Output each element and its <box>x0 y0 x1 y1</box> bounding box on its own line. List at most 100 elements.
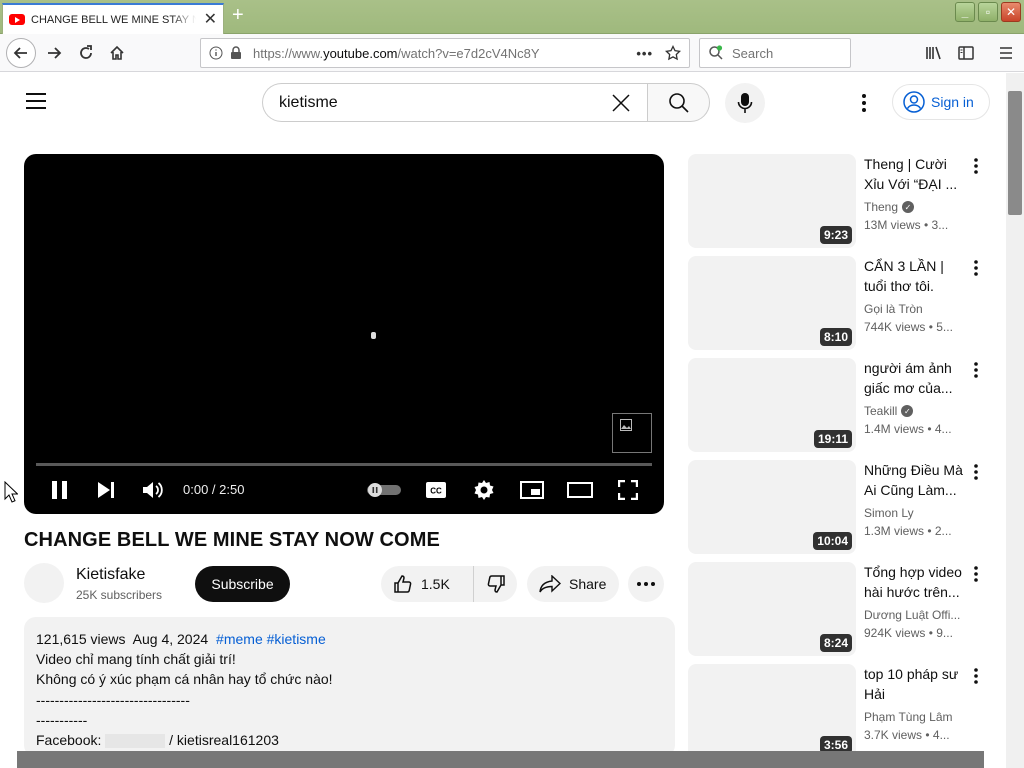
search-plus-icon <box>709 45 723 60</box>
theater-icon <box>567 482 593 498</box>
back-button[interactable] <box>6 38 36 68</box>
recommendation-title[interactable]: top 10 pháp sư Hải <box>864 664 964 704</box>
close-tab-icon[interactable]: ✕ <box>204 11 217 28</box>
horizontal-scrollbar[interactable] <box>17 751 984 768</box>
dislike-button[interactable] <box>474 566 517 602</box>
recommendation-item[interactable]: 8:10 CẨN 3 LẦN | tuổi thơ tôi. Gọi là Tr… <box>688 256 988 350</box>
youtube-search-button[interactable] <box>647 83 710 122</box>
recommendation-title[interactable]: người ám ảnh giấc mơ của... <box>864 358 964 398</box>
duration-badge: 8:10 <box>819 328 852 346</box>
blurred-link-prefix <box>105 734 166 749</box>
video-thumbnail[interactable]: 9:23 <box>688 154 856 248</box>
video-thumbnail[interactable]: 10:04 <box>688 460 856 554</box>
scrollbar-thumb[interactable] <box>1008 91 1022 215</box>
voice-search-button[interactable] <box>725 83 765 123</box>
video-description[interactable]: 121,615 views Aug 4, 2024 #meme #kietism… <box>24 617 675 757</box>
recommendation-menu-icon[interactable] <box>966 360 986 380</box>
recommendation-item[interactable]: 3:56 top 10 pháp sư Hải Phạm Tùng Lâm 3.… <box>688 664 988 758</box>
forward-button[interactable] <box>40 39 68 67</box>
search-query: kietisme <box>279 93 338 111</box>
browser-menu-button[interactable] <box>992 39 1020 67</box>
new-tab-icon[interactable]: + <box>232 5 244 25</box>
browser-search-bar[interactable]: Search <box>699 38 851 68</box>
clear-search-icon[interactable] <box>611 93 631 113</box>
recommendation-title[interactable]: Những Điều Mà Ai Cũng Làm... <box>864 460 964 500</box>
lock-icon[interactable] <box>229 46 243 60</box>
share-button[interactable]: Share <box>527 566 619 602</box>
maximize-window-icon[interactable]: ▫ <box>978 2 998 22</box>
search-icon <box>668 92 689 113</box>
like-dislike-bar: 1.5K <box>381 566 517 602</box>
address-bar[interactable]: https://www.youtube.com/watch?v=e7d2cV4N… <box>200 38 690 68</box>
channel-watermark[interactable] <box>612 413 652 453</box>
thumbs-down-icon <box>487 575 505 593</box>
browser-tab-active[interactable]: CHANGE BELL WE MINE STAY NOW COME ✕ <box>2 3 224 34</box>
autoplay-toggle[interactable] <box>367 478 401 502</box>
recommendation-menu-icon[interactable] <box>966 666 986 686</box>
library-button[interactable] <box>920 39 948 67</box>
duration-badge: 9:23 <box>819 226 852 244</box>
vertical-scrollbar[interactable] <box>1006 73 1024 768</box>
recommendation-views: 744K views • 5... <box>864 320 953 334</box>
home-button[interactable] <box>103 39 131 67</box>
next-video-button[interactable] <box>95 478 117 502</box>
recommendation-views: 1.4M views • 4... <box>864 422 952 436</box>
recommendation-title[interactable]: Tổng hợp video hài hước trên... <box>864 562 964 602</box>
recommendation-title[interactable]: CẨN 3 LẦN | tuổi thơ tôi. <box>864 256 964 296</box>
minimize-window-icon[interactable]: _ <box>955 2 975 22</box>
bookmark-star-icon[interactable] <box>665 45 681 61</box>
recommendation-title[interactable]: Theng | Cười Xỉu Với “ĐẠI ... <box>864 154 964 194</box>
progress-bar[interactable] <box>36 463 652 466</box>
recommendation-menu-icon[interactable] <box>966 258 986 278</box>
recommendation-item[interactable]: 19:11 người ám ảnh giấc mơ của... Teakil… <box>688 358 988 452</box>
video-player[interactable]: 0:00 / 2:50 CC <box>24 154 664 514</box>
facebook-handle[interactable]: / kietisreal161203 <box>169 732 279 748</box>
sign-in-button[interactable]: Sign in <box>892 84 990 120</box>
info-icon[interactable] <box>209 46 223 60</box>
hamburger-menu-icon <box>1000 47 1012 59</box>
video-thumbnail[interactable]: 3:56 <box>688 664 856 758</box>
share-icon <box>539 575 561 593</box>
url-text: https://www.youtube.com/watch?v=e7d2cV4N… <box>253 45 540 61</box>
close-window-icon[interactable]: ✕ <box>1001 2 1021 22</box>
recommendation-item[interactable]: 10:04 Những Điều Mà Ai Cũng Làm... Simon… <box>688 460 988 554</box>
subscriber-count: 25K subscribers <box>76 588 163 602</box>
recommendation-menu-icon[interactable] <box>966 156 986 176</box>
channel-name[interactable]: Kietisfake <box>76 566 145 584</box>
reload-button[interactable] <box>72 39 100 67</box>
microphone-icon <box>737 93 753 113</box>
subscribe-button[interactable]: Subscribe <box>195 566 290 602</box>
video-thumbnail[interactable]: 8:10 <box>688 256 856 350</box>
verified-icon: ✓ <box>902 201 915 213</box>
settings-button[interactable] <box>472 478 496 502</box>
home-icon <box>110 45 124 60</box>
fullscreen-button[interactable] <box>616 478 640 502</box>
description-line: Video chỉ mang tính chất giải trí! <box>36 651 236 668</box>
mouse-cursor-icon <box>4 481 18 503</box>
hashtags[interactable]: #meme #kietisme <box>216 631 326 647</box>
settings-more-icon[interactable] <box>852 91 876 115</box>
sidebar-toggle-button[interactable] <box>952 39 980 67</box>
mute-button[interactable] <box>141 478 165 502</box>
recommendation-menu-icon[interactable] <box>966 564 986 584</box>
recommendation-menu-icon[interactable] <box>966 462 986 482</box>
channel-avatar[interactable] <box>24 563 64 603</box>
subtitles-button[interactable]: CC <box>424 478 448 502</box>
facebook-link-line: Facebook: / kietisreal161203 <box>36 730 663 750</box>
recommendation-item[interactable]: 9:23 Theng | Cười Xỉu Với “ĐẠI ... Theng… <box>688 154 988 248</box>
video-thumbnail[interactable]: 19:11 <box>688 358 856 452</box>
video-thumbnail[interactable]: 8:24 <box>688 562 856 656</box>
share-label: Share <box>569 576 607 592</box>
like-button[interactable]: 1.5K <box>381 566 474 602</box>
theater-mode-button[interactable] <box>567 478 593 502</box>
page-actions-icon[interactable]: ••• <box>636 46 653 61</box>
duration-badge: 8:24 <box>819 634 852 652</box>
miniplayer-button[interactable] <box>519 478 545 502</box>
guide-menu-icon[interactable] <box>26 93 46 109</box>
library-icon <box>926 46 941 60</box>
pause-button[interactable] <box>50 478 70 502</box>
recommendation-item[interactable]: 8:24 Tổng hợp video hài hước trên... Dươ… <box>688 562 988 656</box>
recommendation-channel: Gọi là Tròn <box>864 302 923 316</box>
more-actions-button[interactable] <box>628 566 664 602</box>
youtube-search-input[interactable]: kietisme <box>262 83 647 122</box>
